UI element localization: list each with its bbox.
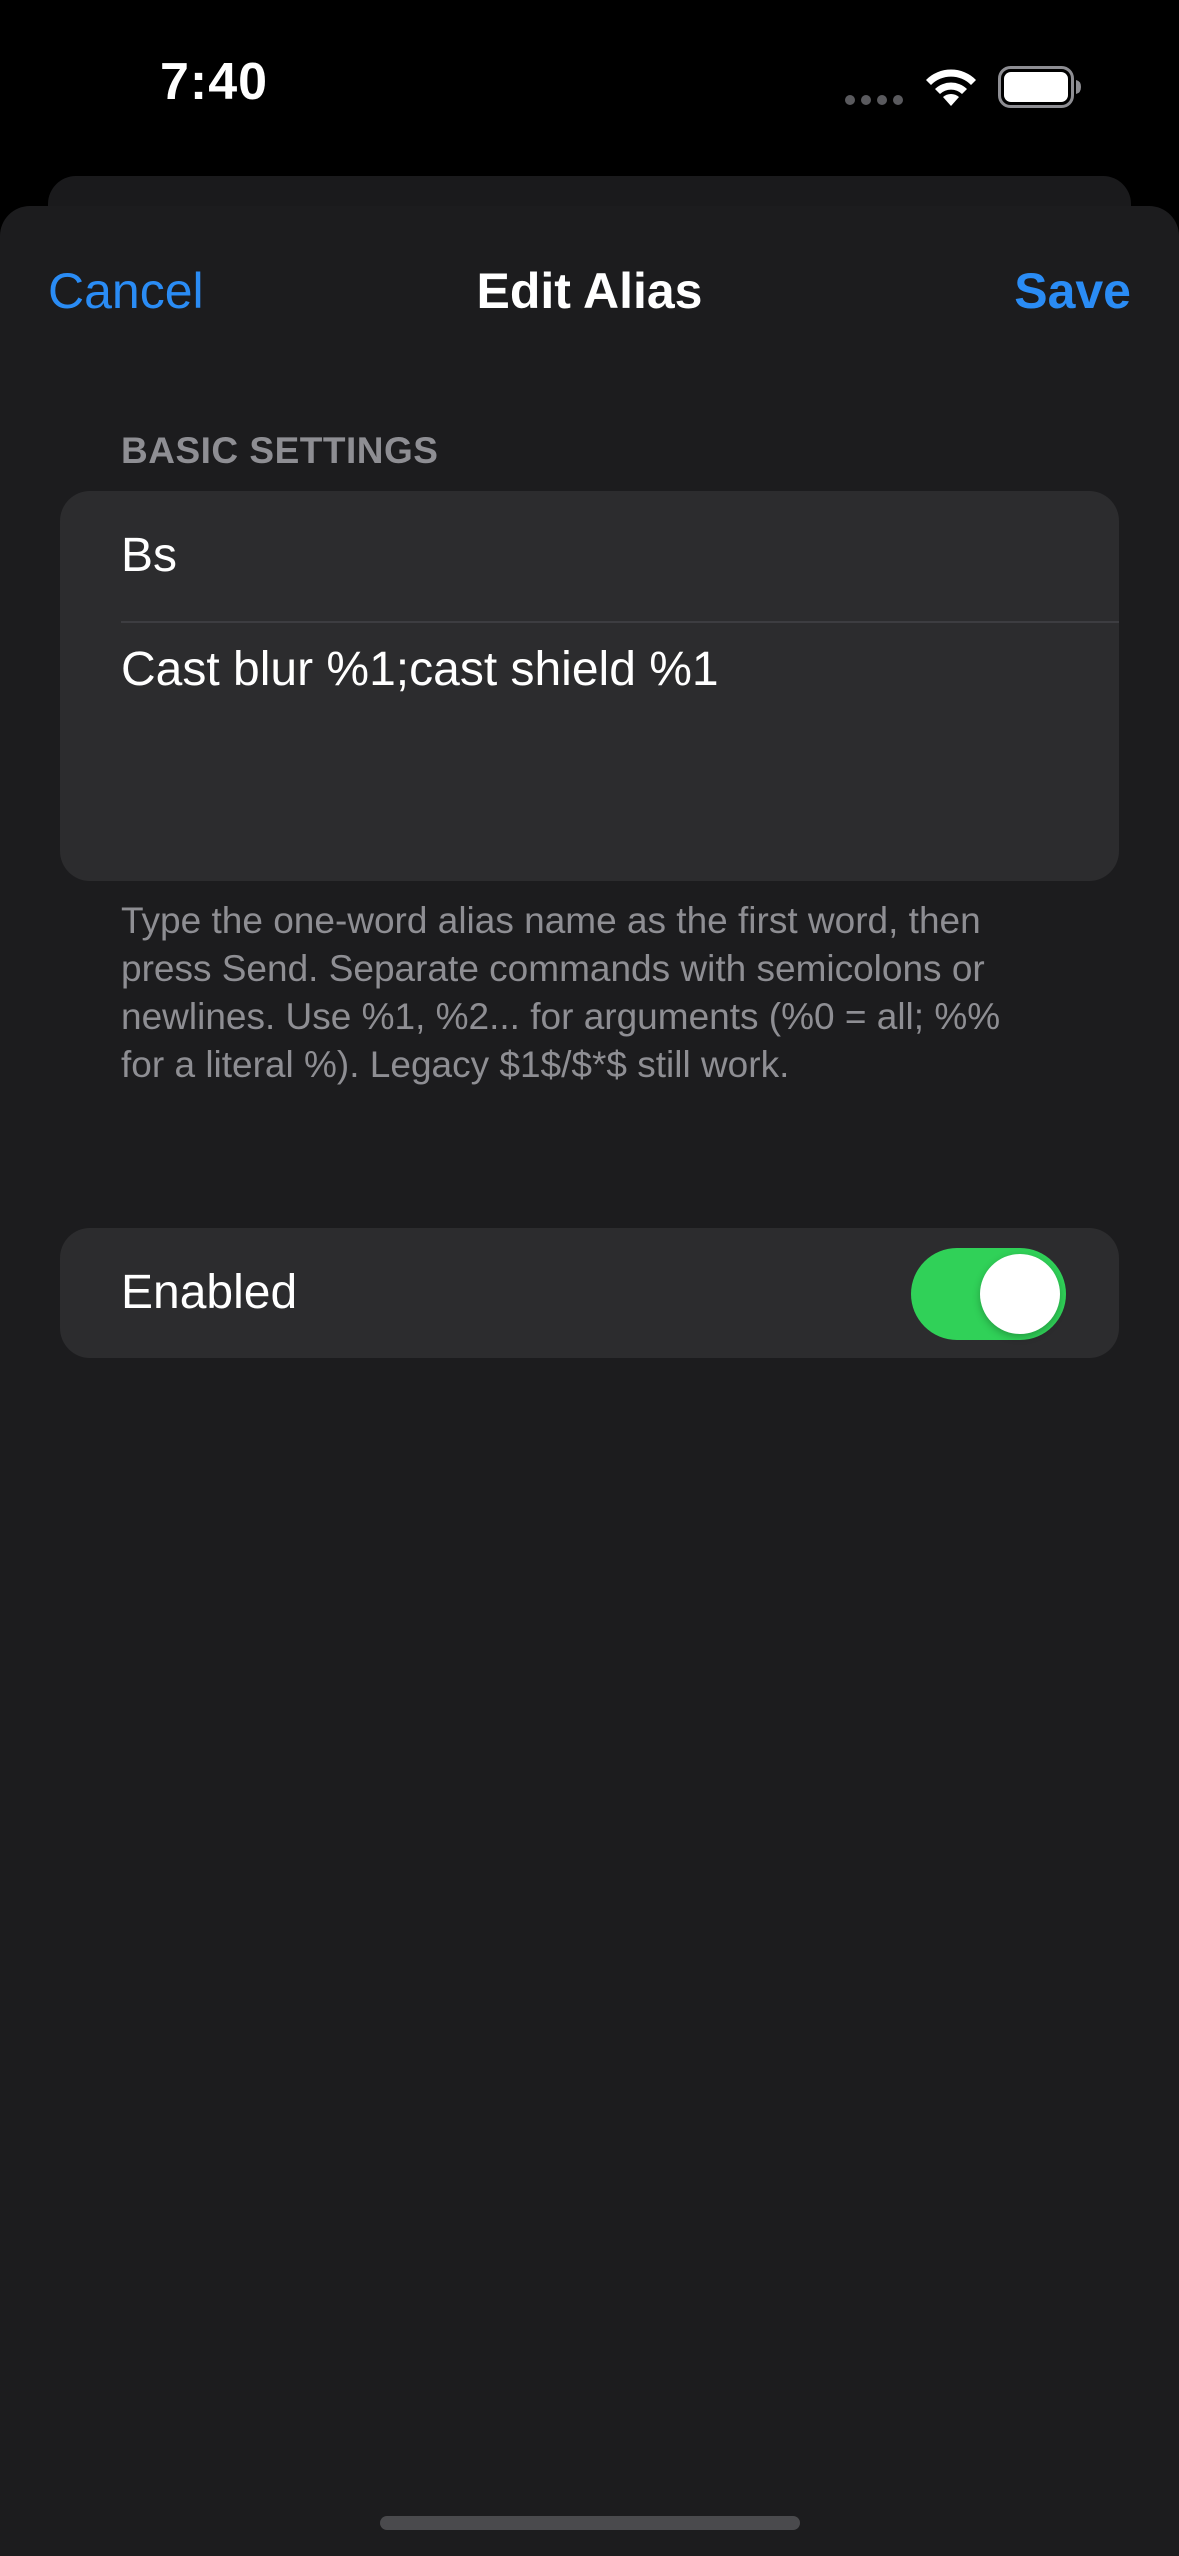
enabled-label: Enabled bbox=[121, 1266, 298, 1319]
save-button[interactable]: Save bbox=[1014, 262, 1131, 320]
alias-commands-field[interactable]: Cast blur %1;cast shield %1 bbox=[121, 639, 1081, 701]
field-divider bbox=[121, 621, 1119, 623]
toggle-knob bbox=[980, 1254, 1060, 1334]
home-indicator[interactable] bbox=[380, 2516, 800, 2530]
enabled-toggle[interactable] bbox=[911, 1248, 1066, 1340]
wifi-icon bbox=[926, 69, 976, 106]
basic-settings-footer: Type the one-word alias name as the firs… bbox=[121, 900, 1001, 1085]
enabled-row: Enabled bbox=[60, 1228, 1119, 1358]
alias-name-field[interactable]: Bs bbox=[121, 491, 1111, 621]
section-header-basic-settings: BASIC SETTINGS bbox=[121, 430, 439, 471]
navigation-bar: Cancel Edit Alias Save bbox=[0, 206, 1179, 376]
basic-settings-group: Bs Cast blur %1;cast shield %1 bbox=[60, 491, 1119, 881]
status-time: 7:40 bbox=[160, 53, 269, 111]
status-bar: 7:40 bbox=[0, 0, 1179, 170]
battery-icon bbox=[998, 66, 1081, 108]
edit-alias-sheet: Cancel Edit Alias Save BASIC SETTINGS Bs… bbox=[0, 206, 1179, 2556]
signal-dots-icon bbox=[845, 95, 905, 105]
page-title: Edit Alias bbox=[476, 263, 703, 319]
